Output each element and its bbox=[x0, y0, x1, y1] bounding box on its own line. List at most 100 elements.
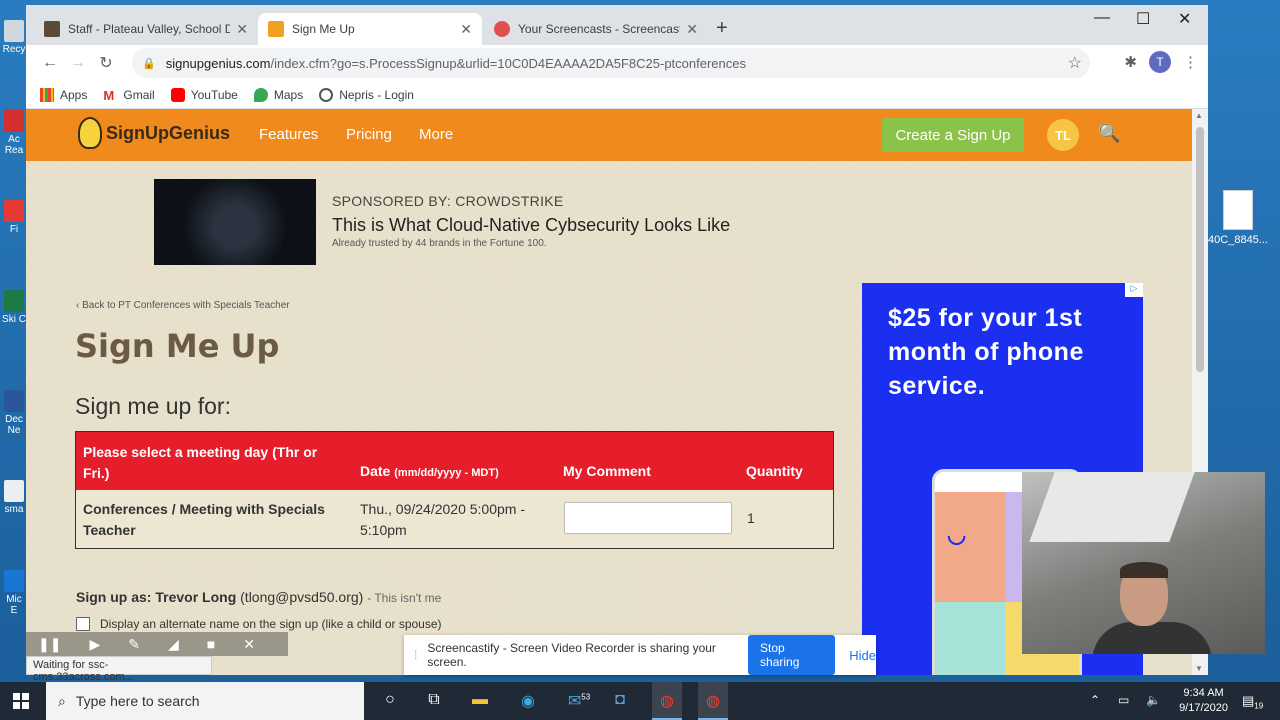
windows-taskbar: ⌕ Type here to search ○ ⧉ ▬ ◉ ✉53 ◘ ◍ ◍ … bbox=[0, 682, 1280, 720]
sponsored-ad[interactable]: SPONSORED BY: CROWDSTRIKE This is What C… bbox=[154, 179, 730, 265]
close-icon[interactable]: ✕ bbox=[686, 21, 698, 38]
stop-icon[interactable]: ■ bbox=[207, 636, 215, 652]
desktop-icon-excel[interactable]: Ski C bbox=[2, 290, 26, 325]
comment-input[interactable] bbox=[564, 502, 732, 534]
scroll-down-icon[interactable]: ▼ bbox=[1195, 664, 1203, 673]
nav-pricing[interactable]: Pricing bbox=[346, 126, 392, 143]
back-link[interactable]: ‹ Back to PT Conferences with Specials T… bbox=[76, 300, 290, 311]
pause-icon[interactable]: ❚❚ bbox=[38, 636, 61, 653]
desktop-icon-recycle[interactable]: Recy bbox=[2, 20, 26, 55]
create-signup-button[interactable]: Create a Sign Up bbox=[882, 118, 1024, 152]
hide-button[interactable]: Hide bbox=[849, 648, 876, 663]
smiley-icon: ◡ bbox=[947, 522, 967, 547]
nav-features[interactable]: Features bbox=[259, 126, 318, 143]
desktop-icon-edge[interactable]: Mic E bbox=[2, 570, 26, 616]
desktop-icon-smart[interactable]: sma bbox=[2, 480, 26, 515]
back-icon[interactable]: ← bbox=[36, 54, 64, 72]
bookmark-nepris[interactable]: Nepris - Login bbox=[319, 87, 414, 102]
logo-text: SignUpGenius bbox=[106, 122, 231, 143]
desktop-icon-app[interactable]: Fi bbox=[2, 200, 26, 235]
not-me-link[interactable]: - This isn't me bbox=[367, 591, 441, 605]
cortana-icon[interactable]: ○ bbox=[380, 691, 400, 711]
desktop-icon-label: Recy bbox=[2, 44, 26, 55]
close-icon[interactable]: ✕ bbox=[236, 21, 248, 38]
user-avatar[interactable]: TL bbox=[1047, 119, 1079, 151]
adchoices-icon[interactable]: ▷ bbox=[1125, 283, 1143, 297]
pen-icon[interactable]: ✎ bbox=[128, 636, 140, 653]
volume-icon[interactable]: 🔈 bbox=[1146, 693, 1161, 707]
drag-handle-icon[interactable]: ⁞ bbox=[414, 648, 417, 662]
tab-title: Your Screencasts - Screencastify bbox=[518, 22, 681, 36]
bookmark-apps[interactable]: Apps bbox=[40, 87, 87, 102]
url-path: /index.cfm?go=s.ProcessSignup&urlid=10C0… bbox=[270, 55, 746, 71]
bookmark-maps[interactable]: Maps bbox=[253, 87, 304, 102]
close-icon[interactable]: ✕ bbox=[460, 21, 472, 38]
tab-staff[interactable]: Staff - Plateau Valley, School Dis ✕ bbox=[34, 13, 258, 45]
scroll-up-icon[interactable]: ▲ bbox=[1195, 111, 1203, 120]
play-icon[interactable]: ▶ bbox=[89, 636, 100, 653]
bookmark-gmail[interactable]: M Gmail bbox=[103, 88, 154, 103]
browser-toolbar: ← → ↻ 🔒 signupgenius.com/index.cfm?go=s.… bbox=[26, 45, 1208, 81]
bookmark-label: Nepris - Login bbox=[339, 87, 414, 102]
new-tab-button[interactable]: + bbox=[716, 17, 728, 40]
address-bar[interactable]: 🔒 signupgenius.com/index.cfm?go=s.Proces… bbox=[132, 48, 1090, 78]
profile-avatar[interactable]: T bbox=[1149, 51, 1171, 73]
minimize-button[interactable]: — bbox=[1094, 9, 1110, 27]
bookmark-youtube[interactable]: YouTube bbox=[170, 87, 238, 102]
desktop-file[interactable]: 40C_8845... bbox=[1208, 190, 1268, 246]
bookmark-label: Maps bbox=[273, 87, 304, 102]
desktop-icon-word[interactable]: Dec Ne bbox=[2, 390, 26, 436]
notification-count: 19 bbox=[1254, 701, 1264, 711]
mail-icon[interactable]: ✉53 bbox=[564, 691, 594, 711]
document-icon bbox=[1223, 190, 1253, 230]
eraser-icon[interactable]: ◢ bbox=[168, 636, 179, 653]
desktop-icon-label: Ski C bbox=[2, 314, 26, 325]
chevron-up-icon[interactable]: ⌃ bbox=[1090, 693, 1100, 707]
tab-title: Sign Me Up bbox=[292, 22, 355, 36]
nav-more[interactable]: More bbox=[419, 126, 453, 143]
globe-icon bbox=[319, 87, 334, 102]
task-view-icon[interactable]: ⧉ bbox=[424, 691, 444, 711]
url-host: signupgenius.com bbox=[165, 55, 271, 71]
desktop-icon-acrobat[interactable]: Ac Rea bbox=[2, 110, 26, 156]
taskbar-search[interactable]: ⌕ Type here to search bbox=[46, 682, 364, 720]
menu-kebab-icon[interactable]: ⋮ bbox=[1183, 53, 1198, 71]
ad-text: SPONSORED BY: CROWDSTRIKE This is What C… bbox=[332, 179, 730, 265]
close-window-button[interactable]: ✕ bbox=[1178, 9, 1191, 29]
maps-icon bbox=[253, 87, 268, 102]
reload-icon[interactable]: ↻ bbox=[92, 53, 120, 73]
scrollbar-thumb[interactable] bbox=[1196, 127, 1204, 372]
table-row: Conferences / Meeting with Specials Teac… bbox=[76, 490, 833, 548]
clock-time: 9:34 AM bbox=[1183, 687, 1224, 699]
search-icon[interactable]: 🔍 bbox=[1098, 123, 1120, 144]
edge-icon[interactable]: ◉ bbox=[518, 691, 538, 711]
taskbar-clock[interactable]: 9:34 AM 9/17/2020 bbox=[1179, 686, 1228, 716]
desktop-file-label: 40C_8845... bbox=[1208, 234, 1268, 246]
share-message: Screencastify - Screen Video Recorder is… bbox=[427, 641, 716, 669]
ad-subtext: Already trusted by 44 brands in the Fort… bbox=[332, 238, 547, 249]
alternate-name-checkbox[interactable] bbox=[76, 617, 90, 631]
notifications-icon[interactable]: ▤19 bbox=[1242, 693, 1263, 711]
file-explorer-icon[interactable]: ▬ bbox=[470, 691, 490, 711]
row-slot: Conferences / Meeting with Specials Teac… bbox=[83, 501, 325, 538]
forward-icon[interactable]: → bbox=[64, 54, 92, 72]
store-icon[interactable]: ◘ bbox=[610, 691, 630, 711]
stop-sharing-button[interactable]: Stop sharing bbox=[748, 635, 836, 675]
table-header: Please select a meeting day (Thr or Fri.… bbox=[76, 432, 833, 490]
tab-sign-me-up[interactable]: Sign Me Up ✕ bbox=[258, 13, 482, 45]
maximize-button[interactable]: ☐ bbox=[1136, 9, 1150, 29]
signupgenius-logo[interactable]: SignUpGenius bbox=[78, 117, 230, 149]
windows-start-icon[interactable] bbox=[13, 693, 29, 709]
bookmark-star-icon[interactable]: ☆ bbox=[1068, 53, 1082, 73]
tab-screencastify[interactable]: Your Screencasts - Screencastify ✕ bbox=[484, 13, 708, 45]
header-date-format: (mm/dd/yyyy - MDT) bbox=[394, 467, 499, 479]
alternate-name-option[interactable]: Display an alternate name on the sign up… bbox=[76, 617, 442, 631]
webcam-overlay[interactable] bbox=[1022, 472, 1265, 654]
battery-icon[interactable]: ▭ bbox=[1118, 693, 1129, 707]
chrome-icon[interactable]: ◍ bbox=[698, 682, 728, 720]
close-icon[interactable]: ✕ bbox=[243, 636, 255, 653]
extensions-icon[interactable]: ✱ bbox=[1124, 53, 1137, 71]
chrome-profile-icon[interactable]: ◍ bbox=[652, 682, 682, 720]
ad-sponsor: SPONSORED BY: CROWDSTRIKE bbox=[332, 193, 564, 209]
search-icon: ⌕ bbox=[58, 692, 66, 709]
